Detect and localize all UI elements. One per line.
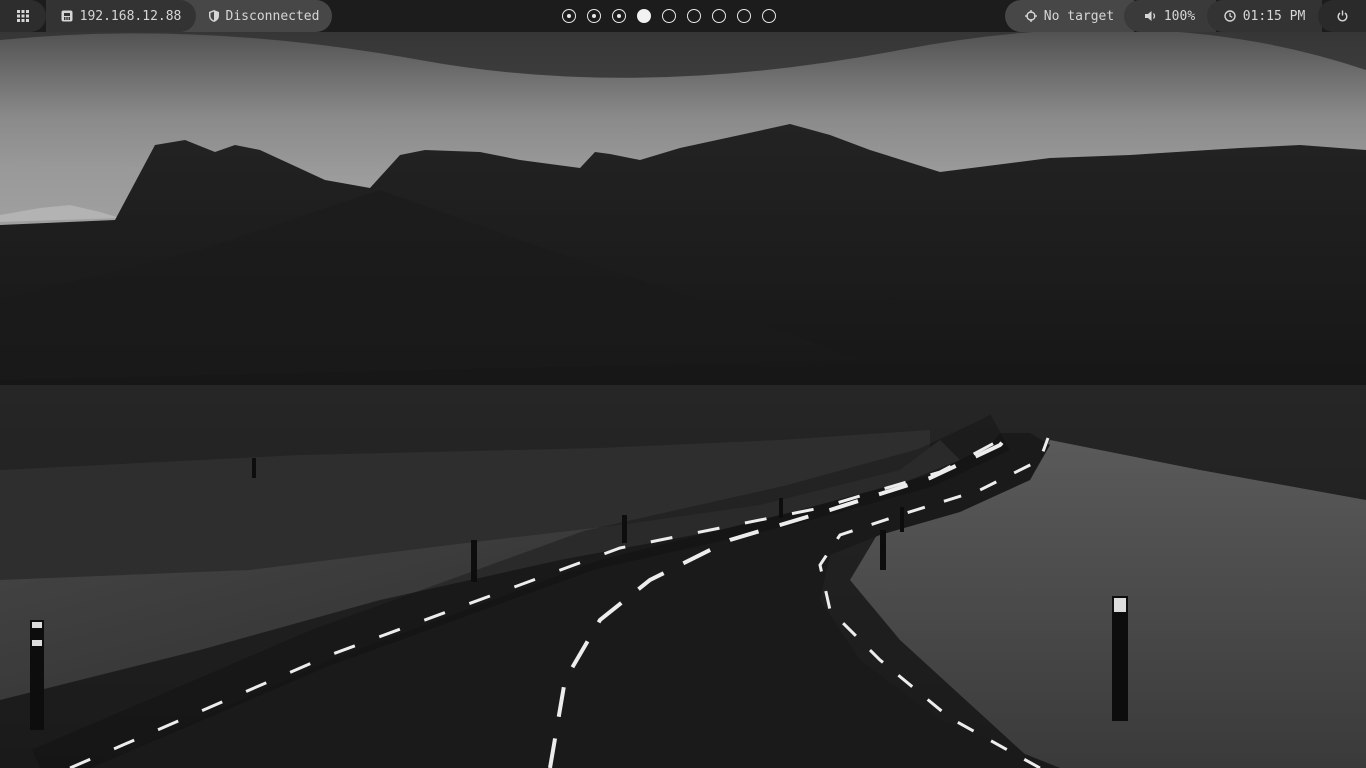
workspace-7[interactable] <box>712 9 726 23</box>
wallpaper-image <box>0 0 1366 768</box>
workspace-4[interactable] <box>637 9 651 23</box>
clock[interactable]: 01:15 PM <box>1207 0 1322 32</box>
speaker-icon <box>1144 11 1155 21</box>
vpn-status[interactable]: Disconnected <box>180 0 332 32</box>
app-menu-button[interactable] <box>0 0 46 32</box>
workspace-1[interactable] <box>562 9 576 23</box>
power-button[interactable] <box>1318 0 1366 32</box>
workspace-3[interactable] <box>612 9 626 23</box>
vpn-status-label: Disconnected <box>225 8 320 24</box>
volume-control[interactable]: 100% <box>1124 0 1216 32</box>
network-card-icon <box>61 10 73 22</box>
workspace-2[interactable] <box>587 9 601 23</box>
workspace-8[interactable] <box>737 9 751 23</box>
desktop: Disconnected 192.168.12.88 No target 100… <box>0 0 1366 768</box>
shield-icon <box>208 10 219 22</box>
workspace-9[interactable] <box>762 9 776 23</box>
clock-icon <box>1223 10 1236 22</box>
volume-label: 100% <box>1163 8 1196 24</box>
ip-address-label: 192.168.12.88 <box>79 8 182 24</box>
ip-address[interactable]: 192.168.12.88 <box>46 0 196 32</box>
workspace-6[interactable] <box>687 9 701 23</box>
target-indicator[interactable]: No target <box>1005 0 1134 32</box>
grid-icon <box>17 10 29 22</box>
workspace-5[interactable] <box>662 9 676 23</box>
top-bar: Disconnected 192.168.12.88 No target 100… <box>0 0 1366 32</box>
power-icon <box>1337 10 1347 22</box>
workspace-switcher <box>562 9 776 23</box>
clock-label: 01:15 PM <box>1242 8 1306 24</box>
crosshair-icon <box>1024 10 1037 22</box>
target-label: No target <box>1043 8 1115 24</box>
